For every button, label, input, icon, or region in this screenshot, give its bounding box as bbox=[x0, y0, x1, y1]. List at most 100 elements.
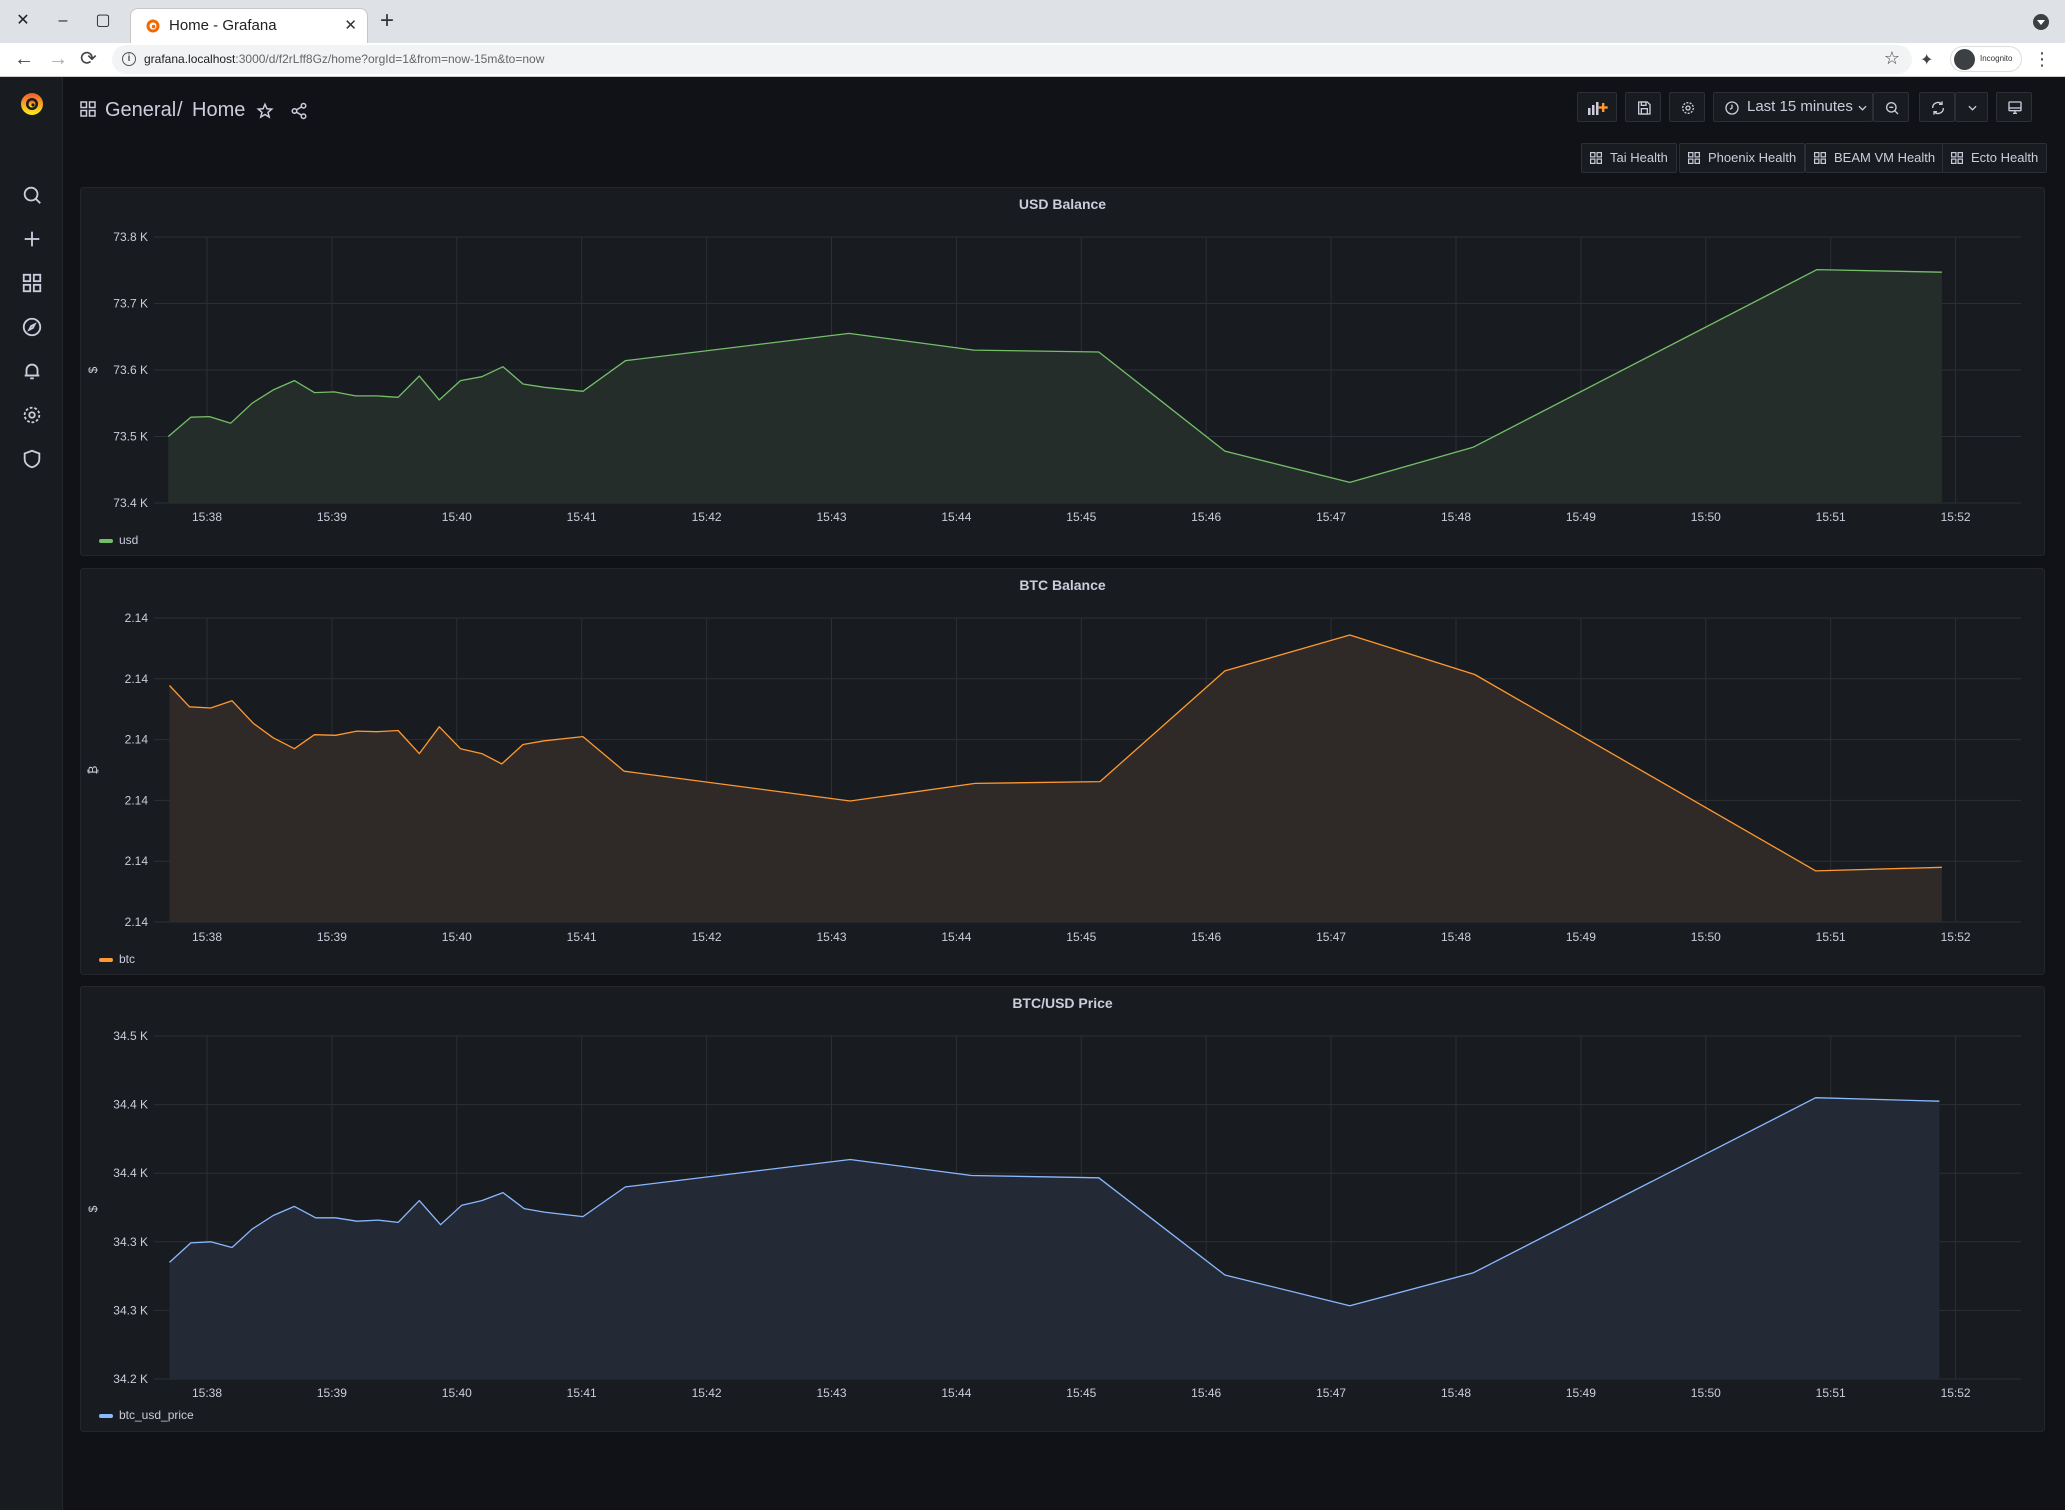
usd-balance-chart[interactable]: 73.4 K 73.5 K 73.6 K 73.7 K 73.8 K 15:38 15:39… bbox=[81, 188, 2046, 557]
chevron-down-icon bbox=[1968, 105, 1977, 111]
x-tick-label: 15:51 bbox=[1816, 1386, 1846, 1400]
bookmark-star-icon[interactable]: ☆ bbox=[1884, 48, 1900, 69]
window-close-button[interactable]: ✕ bbox=[12, 10, 34, 32]
y-tick-label: 34.4 K bbox=[113, 1098, 148, 1112]
panel-usd-balance: USD Balance 73.4 K 73.5 K 73.6 K 73.7 K 73.8… bbox=[80, 187, 2045, 556]
tab-close-button[interactable]: ✕ bbox=[344, 16, 357, 34]
btc-usd-price-chart[interactable]: 34.2 K 34.3 K 34.3 K 34.4 K 34.4 K 34.5 K 15:3… bbox=[81, 987, 2046, 1433]
x-tick-label: 15:45 bbox=[1066, 1386, 1096, 1400]
url-path: :3000/d/f2rLff8Gz/home?orgId=1&from=now-… bbox=[235, 52, 545, 66]
x-tick-label: 15:38 bbox=[192, 930, 222, 944]
search-icon[interactable] bbox=[21, 184, 43, 206]
y-tick-label: 2.14 bbox=[125, 854, 149, 868]
x-tick-label: 15:39 bbox=[317, 930, 347, 944]
x-tick-label: 15:40 bbox=[442, 930, 472, 944]
breadcrumb-dashboard[interactable]: Home bbox=[192, 99, 245, 122]
star-icon[interactable] bbox=[256, 102, 274, 120]
y-tick-label: 73.6 K bbox=[113, 363, 148, 377]
address-bar[interactable]: i grafana.localhost:3000/d/f2rLff8Gz/hom… bbox=[112, 45, 1912, 74]
x-tick-label: 15:43 bbox=[816, 510, 846, 524]
y-tick-label: 2.14 bbox=[125, 793, 149, 807]
x-tick-label: 15:40 bbox=[442, 510, 472, 524]
x-tick-label: 15:49 bbox=[1566, 930, 1596, 944]
tab-search-icon[interactable] bbox=[2033, 14, 2049, 30]
x-tick-label: 15:44 bbox=[941, 1386, 971, 1400]
tab-title: Home - Grafana bbox=[169, 17, 277, 34]
y-axis-unit-label: $ bbox=[86, 1205, 100, 1212]
plus-icon[interactable] bbox=[21, 228, 43, 250]
forward-button[interactable]: → bbox=[48, 47, 68, 71]
series-area-btc_usd_price bbox=[169, 1097, 1940, 1379]
apps-icon bbox=[1814, 152, 1826, 164]
x-tick-label: 15:41 bbox=[567, 510, 597, 524]
bell-icon[interactable] bbox=[21, 360, 43, 382]
series-area-btc bbox=[169, 635, 1942, 922]
cycle-view-mode-button[interactable] bbox=[1996, 92, 2032, 122]
breadcrumb-folder[interactable]: General bbox=[105, 99, 176, 122]
new-tab-button[interactable]: + bbox=[380, 9, 394, 33]
add-panel-button[interactable] bbox=[1577, 92, 1617, 122]
time-range-picker[interactable]: Last 15 minutes bbox=[1713, 92, 1873, 122]
x-tick-label: 15:41 bbox=[567, 1386, 597, 1400]
legend-item-btc[interactable]: btc bbox=[99, 952, 135, 966]
incognito-icon bbox=[1954, 49, 1975, 70]
btc-balance-chart[interactable]: 2.14 2.14 2.14 2.14 2.14 2.14 15:38 15:39 15:40 1… bbox=[81, 569, 2046, 976]
x-tick-label: 15:49 bbox=[1566, 510, 1596, 524]
dashboard-link-tai-health[interactable]: Tai Health bbox=[1581, 143, 1677, 173]
legend-item-usd[interactable]: usd bbox=[99, 533, 138, 547]
x-tick-label: 15:47 bbox=[1316, 1386, 1346, 1400]
series-area-usd bbox=[168, 269, 1942, 503]
window-maximize-button[interactable]: ▢ bbox=[92, 10, 114, 32]
x-tick-label: 15:42 bbox=[692, 510, 722, 524]
y-tick-label: 73.7 K bbox=[113, 297, 148, 311]
refresh-interval-dropdown[interactable] bbox=[1955, 92, 1988, 122]
browser-tab[interactable]: Home - Grafana ✕ bbox=[130, 8, 368, 43]
panel-btc-usd-price: BTC/USD Price 34.2 K 34.3 K 34.3 K 34.4 K 34… bbox=[80, 986, 2045, 1432]
shield-icon[interactable] bbox=[21, 448, 43, 470]
x-tick-label: 15:46 bbox=[1191, 510, 1221, 524]
back-button[interactable]: ← bbox=[14, 47, 34, 71]
browser-menu-icon[interactable]: ⋮ bbox=[2033, 48, 2051, 70]
legend-label: btc_usd_price bbox=[119, 1408, 194, 1422]
x-tick-label: 15:49 bbox=[1566, 1386, 1596, 1400]
dashboard-link-phoenix-health[interactable]: Phoenix Health bbox=[1679, 143, 1806, 173]
dashboard-nav: General / Home Last 15 minutes bbox=[63, 77, 2065, 145]
x-tick-label: 15:50 bbox=[1691, 510, 1721, 524]
x-tick-label: 15:41 bbox=[567, 930, 597, 944]
x-tick-label: 15:52 bbox=[1941, 930, 1971, 944]
profile-button[interactable]: Incognito bbox=[1950, 46, 2022, 72]
zoom-out-button[interactable] bbox=[1873, 92, 1909, 122]
save-dashboard-button[interactable] bbox=[1625, 92, 1661, 122]
y-tick-label: 34.2 K bbox=[113, 1372, 148, 1386]
save-icon bbox=[1638, 101, 1651, 115]
legend-swatch bbox=[99, 1413, 113, 1418]
apps-icon bbox=[1951, 152, 1963, 164]
x-tick-label: 15:42 bbox=[692, 1386, 722, 1400]
x-tick-label: 15:43 bbox=[816, 930, 846, 944]
x-tick-label: 15:48 bbox=[1441, 930, 1471, 944]
dashboard-link-beam-vm-health[interactable]: BEAM VM Health bbox=[1805, 143, 1945, 173]
refresh-button[interactable] bbox=[1919, 92, 1955, 122]
reload-button[interactable]: ⟳ bbox=[80, 47, 97, 71]
compass-icon[interactable] bbox=[21, 316, 43, 338]
grafana-favicon-icon bbox=[146, 19, 160, 33]
site-info-icon[interactable]: i bbox=[122, 52, 136, 66]
profile-label: Incognito bbox=[1980, 54, 2013, 63]
apps-icon[interactable] bbox=[21, 272, 43, 294]
share-icon[interactable] bbox=[290, 102, 308, 120]
window-minimize-button[interactable]: – bbox=[52, 10, 74, 32]
legend-label: btc bbox=[119, 952, 136, 966]
dashboard-link-ecto-health[interactable]: Ecto Health bbox=[1942, 143, 2048, 173]
x-tick-label: 15:45 bbox=[1066, 510, 1096, 524]
gear-icon[interactable] bbox=[21, 404, 43, 426]
x-tick-label: 15:46 bbox=[1191, 1386, 1221, 1400]
extensions-icon[interactable]: ✦ bbox=[1920, 50, 1933, 70]
legend-item-btc-usd-price[interactable]: btc_usd_price bbox=[99, 1408, 194, 1422]
url-text[interactable]: grafana.localhost:3000/d/f2rLff8Gz/home?… bbox=[144, 52, 544, 66]
x-tick-label: 15:42 bbox=[692, 930, 722, 944]
x-tick-label: 15:44 bbox=[941, 930, 971, 944]
y-axis-unit-label: ₿ bbox=[86, 765, 100, 774]
grafana-logo-icon[interactable] bbox=[18, 90, 46, 118]
dashboard-settings-button[interactable] bbox=[1669, 92, 1705, 122]
x-tick-label: 15:46 bbox=[1191, 930, 1221, 944]
